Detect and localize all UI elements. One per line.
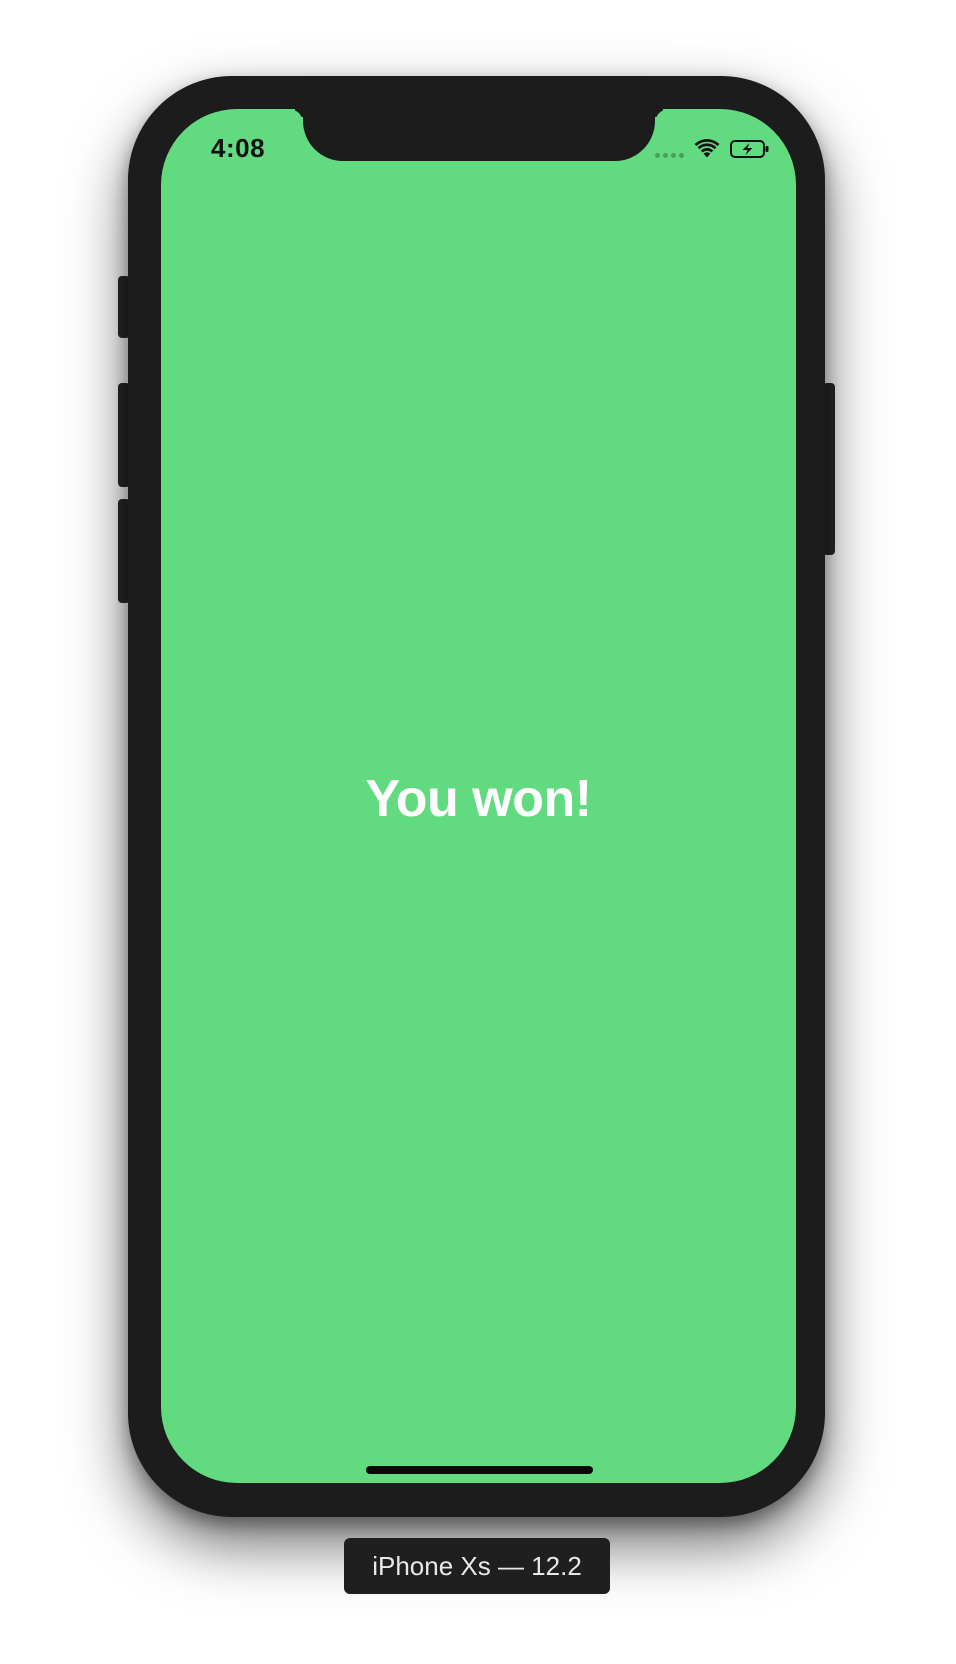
status-time: 4:08	[211, 133, 266, 163]
home-indicator[interactable]	[366, 1466, 593, 1474]
simulator-device-label: iPhone Xs — 12.2	[344, 1538, 610, 1594]
wifi-icon	[694, 139, 720, 158]
status-icons	[655, 137, 770, 161]
simulator-stage: 4:08 You won! iPhone Xs — 12.2	[0, 0, 956, 1664]
notch	[303, 109, 655, 161]
signal-dots-icon	[655, 138, 684, 160]
device-screen[interactable]: 4:08 You won!	[161, 109, 796, 1483]
win-message: You won!	[365, 770, 592, 828]
battery-charging-icon	[730, 140, 769, 158]
